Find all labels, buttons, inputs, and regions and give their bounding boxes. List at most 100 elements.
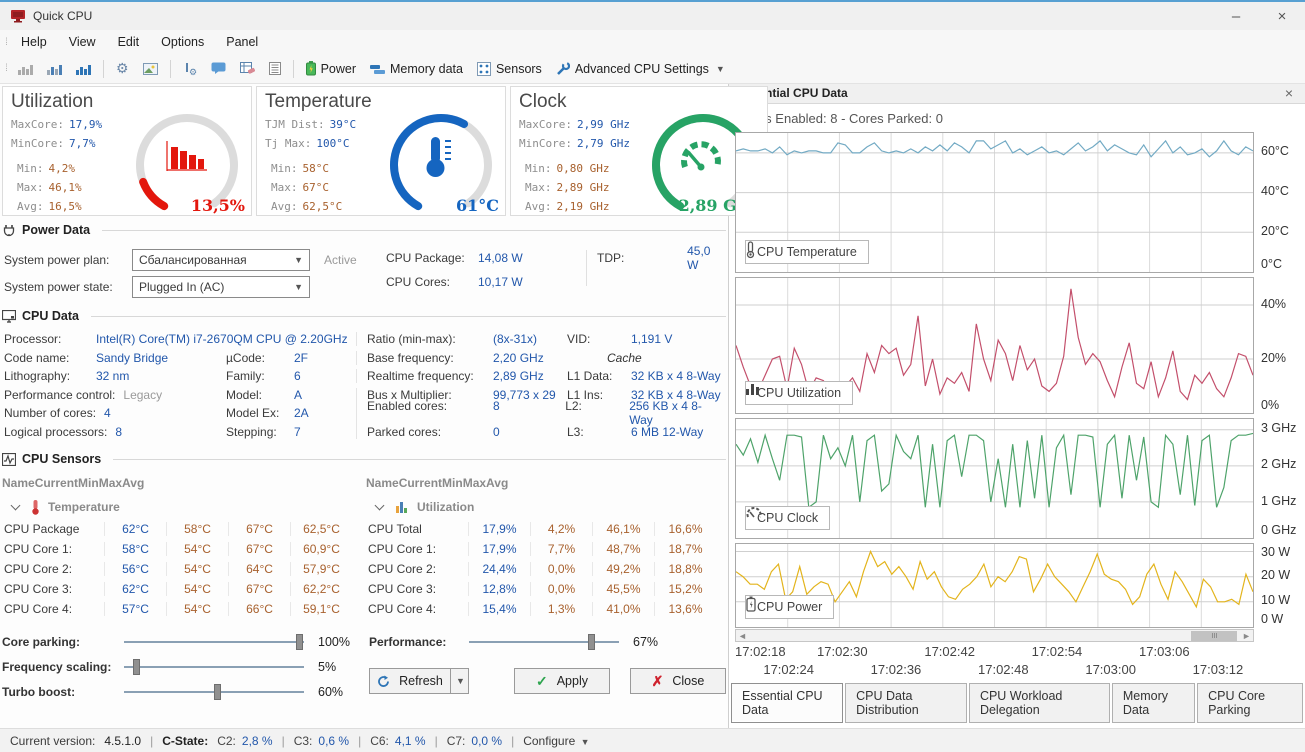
report-button[interactable] [263, 59, 287, 78]
core-parking-slider[interactable] [124, 633, 304, 651]
close-app-button[interactable]: ✗ Close [630, 668, 726, 694]
close-button[interactable]: × [1259, 2, 1305, 30]
chart-legend: CPU Temperature [745, 239, 869, 264]
frequency-scaling-value: 5% [318, 659, 337, 674]
core-parking-label: Core parking: [2, 634, 81, 649]
refresh-dropdown-button[interactable]: ▼ [451, 668, 469, 694]
thermometer-icon [32, 500, 39, 515]
column-header: Max [98, 476, 123, 490]
divider [102, 229, 726, 231]
column-header: Current [398, 476, 443, 490]
temperature-settings-button[interactable]: ⚙ [177, 59, 203, 79]
feedback-button[interactable] [205, 59, 232, 78]
time-tick-label: 17:03:00 [1085, 661, 1136, 677]
chart-scrollbar[interactable]: ◄ ► [735, 628, 1254, 642]
gauge-stat: Max: 67°C [271, 181, 329, 194]
scroll-right-arrow[interactable]: ► [1240, 630, 1253, 642]
y-tick-label: 0% [1261, 397, 1280, 412]
gauge-stat: TJM Dist: 39°C [265, 118, 357, 131]
chart-legend: CPU Power [745, 594, 835, 619]
time-tick-label: 17:02:54 [1031, 643, 1083, 659]
frequency-scaling-slider[interactable] [124, 658, 304, 676]
bars-icon [163, 139, 209, 178]
y-tick-label: 40% [1261, 296, 1287, 311]
menu-items: Help View Edit Options Panel [10, 32, 269, 52]
sensor-row: CPU Core 2: 24,4% 0,0% 49,2% 18,8% [366, 559, 718, 579]
menu-item[interactable]: Edit [107, 32, 151, 52]
y-tick-label: 20°C [1261, 223, 1289, 238]
x-axis-time-labels: 17:02:18 17:02:24 17:02:30 17:02:36 17:02:42… [735, 644, 1254, 681]
chart-legend: CPU Clock [745, 505, 831, 530]
power-toolbar-button[interactable]: Power [300, 58, 362, 79]
table-clear-button[interactable] [234, 59, 261, 78]
time-tick-label: 17:02:42 [924, 643, 975, 659]
temperature-sensor-table: Name Current Min Max Avg Temperature CPU Pac… [2, 471, 354, 619]
chart-small-button[interactable] [12, 59, 39, 78]
chart-large-button[interactable] [70, 59, 97, 78]
slider-thumb[interactable] [296, 633, 304, 650]
y-tick-label: 0 GHz [1261, 522, 1297, 537]
screenshot-button[interactable] [137, 60, 164, 78]
turbo-boost-value: 60% [318, 684, 344, 699]
y-tick-label: 0°C [1261, 256, 1282, 271]
app-window: Quick CPU – × ⁞ Help View Edit Options Panel… [0, 0, 1305, 752]
memory-icon [370, 64, 385, 74]
cores-status-text: Cores Enabled: 8 - Cores Parked: 0 [737, 110, 943, 126]
menu-item[interactable]: View [58, 32, 107, 52]
power-plan-select[interactable]: Сбалансированная ▼ [132, 248, 310, 271]
sensors-icon [476, 61, 491, 76]
chevron-down-icon: ▼ [580, 736, 590, 747]
performance-value: 67% [633, 634, 659, 649]
chart-medium-button[interactable] [41, 59, 68, 78]
document-icon [268, 62, 281, 75]
panel-tab[interactable]: CPU Workload Delegation [968, 683, 1110, 723]
menu-item[interactable]: Options [150, 32, 215, 52]
ratio-value: (8x-31x) [493, 332, 538, 347]
vid-value: 1,191 V [631, 332, 673, 347]
y-tick-label: 2 GHz [1261, 457, 1297, 472]
refresh-button[interactable]: Refresh [369, 668, 451, 694]
gauge-stat: Tj Max: 100°C [265, 137, 350, 150]
tdp-value: 45,0 W [687, 244, 711, 272]
settings-button[interactable]: ⚙ [110, 57, 135, 80]
configure-menu[interactable]: Configure ▼ [523, 734, 589, 748]
gear-icon: ⚙ [116, 60, 129, 76]
apply-button[interactable]: ✓ Apply [514, 668, 610, 694]
version-label: Current version: [10, 733, 96, 748]
power-state-select[interactable]: Plugged In (AC) ▼ [132, 275, 310, 298]
y-axis: 0 W 10 W 20 W 30 W [1254, 543, 1299, 628]
panel-tab[interactable]: Essential CPU Data [731, 683, 844, 723]
power-plug-icon [3, 225, 15, 237]
y-tick-label: 3 GHz [1261, 421, 1297, 436]
sensor-row: CPU Core 2: 56°C 54°C 64°C 57,9°C [2, 559, 354, 579]
processor-value: Intel(R) Core(TM) i7-2670QM CPU @ 2.20GH… [96, 332, 348, 347]
menu-item[interactable]: Help [10, 32, 58, 52]
sensor-row: CPU Core 1: 58°C 54°C 67°C 60,9°C [2, 539, 354, 559]
divider [113, 458, 726, 460]
panel-tab[interactable]: CPU Data Distribution [845, 683, 967, 723]
advanced-cpu-settings-button[interactable]: Advanced CPU Settings ▼ [550, 59, 731, 79]
collapse-chevron-icon[interactable] [10, 500, 21, 511]
collapse-chevron-icon[interactable] [374, 500, 385, 511]
column-header: Avg [486, 476, 509, 490]
panel-close-button[interactable]: × [1281, 85, 1297, 101]
performance-slider[interactable] [469, 633, 619, 651]
slider-thumb[interactable] [213, 683, 221, 700]
minimize-button[interactable]: – [1213, 2, 1259, 30]
menu-item[interactable]: Panel [215, 32, 269, 52]
memory-data-button[interactable]: Memory data [364, 59, 469, 79]
turbo-boost-slider[interactable] [124, 683, 304, 701]
sensors-button[interactable]: Sensors [471, 59, 548, 79]
gauge-stat: MinCore: 7,7% [11, 137, 96, 150]
table-eraser-icon [239, 62, 255, 74]
slider-thumb[interactable] [132, 658, 140, 675]
temperature-gauge-card: Temperature TJM Dist: 39°C Tj Max: 100°C Mi… [256, 86, 506, 216]
scrollbar-thumb[interactable] [1191, 630, 1237, 641]
cstate-item: C2: 2,8 % | [217, 733, 285, 748]
column-header: Avg [122, 476, 145, 490]
panel-tab[interactable]: Memory Data [1111, 683, 1196, 723]
waveform-icon [2, 452, 16, 466]
scroll-left-arrow[interactable]: ◄ [736, 630, 749, 642]
slider-thumb[interactable] [588, 633, 595, 650]
panel-tab[interactable]: CPU Core Parking [1197, 683, 1303, 723]
